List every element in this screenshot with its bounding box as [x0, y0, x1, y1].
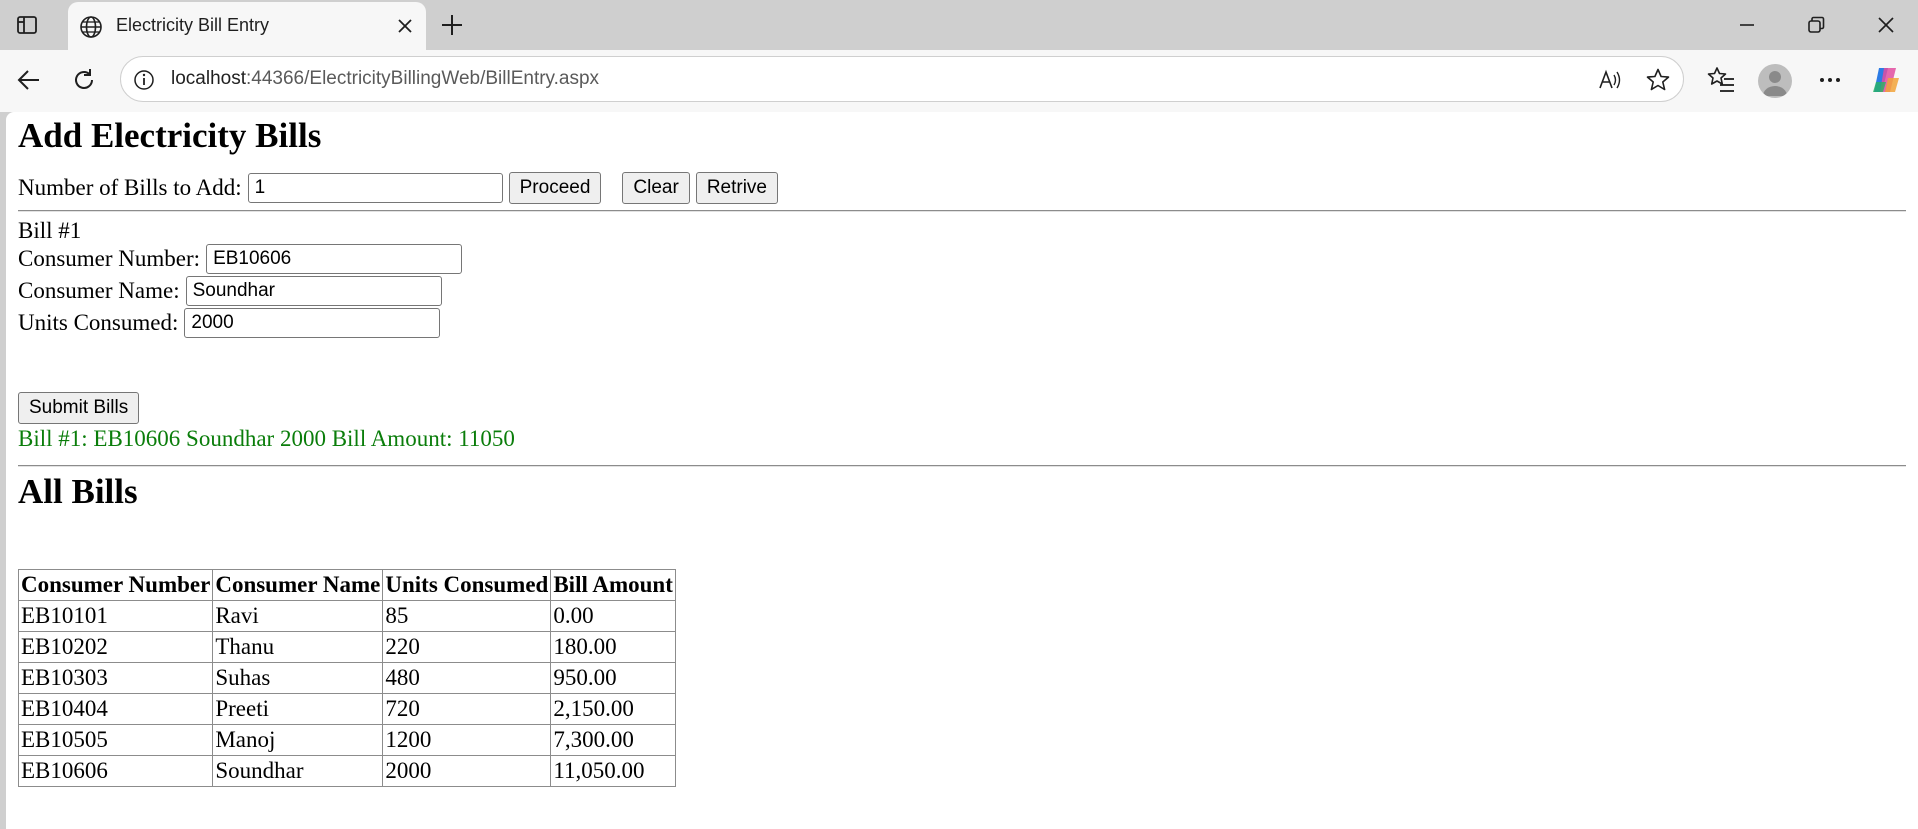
close-icon[interactable] [394, 15, 416, 37]
divider [18, 465, 1906, 467]
tab-actions-icon[interactable] [14, 12, 40, 38]
units-consumed-label: Units Consumed: [18, 310, 179, 335]
table-cell: EB10101 [17, 600, 214, 632]
submit-bills-button[interactable]: Submit Bills [18, 392, 140, 424]
consumer-number-label: Consumer Number: [18, 246, 201, 271]
table-cell: 2000 [382, 755, 552, 787]
table-cell: EB10202 [17, 631, 214, 663]
consumer-name-input[interactable] [185, 276, 442, 306]
table-cell: 0.00 [550, 600, 676, 632]
favorites-list-icon[interactable] [1706, 64, 1738, 96]
table-cell: Manoj [212, 724, 384, 756]
consumer-number-input[interactable] [206, 244, 463, 274]
page-title: Add Electricity Bills [18, 116, 322, 155]
num-bills-input[interactable] [247, 173, 503, 203]
table-cell: 85 [382, 600, 552, 632]
globe-icon [78, 14, 104, 40]
table-row: EB10404 Preeti 720 2,150.00 [17, 693, 676, 725]
table-cell: Suhas [212, 662, 384, 694]
column-header: Bill Amount [550, 569, 676, 601]
column-header: Units Consumed [382, 569, 552, 601]
table-row: EB10606 Soundhar 2000 11,050.00 [17, 755, 676, 787]
bill-count-row: Number of Bills to Add: Proceed Clear Re… [18, 172, 778, 204]
table-cell: 950.00 [550, 662, 676, 694]
browser-toolbar: localhost:44366/ElectricityBillingWeb/Bi… [0, 50, 1918, 112]
consumer-number-row: Consumer Number: [18, 244, 463, 274]
table-cell: Ravi [212, 600, 384, 632]
table-row: EB10101 Ravi 85 0.00 [17, 600, 676, 632]
table-cell: Preeti [212, 693, 384, 725]
units-consumed-input[interactable] [184, 308, 441, 338]
address-bar[interactable]: localhost:44366/ElectricityBillingWeb/Bi… [120, 56, 1684, 102]
table-cell: 7,300.00 [550, 724, 676, 756]
browser-tab[interactable]: Electricity Bill Entry [68, 2, 426, 52]
page-viewport: Add Electricity Bills Number of Bills to… [6, 112, 1918, 829]
table-cell: 1200 [382, 724, 552, 756]
url-path: :44366/ElectricityBillingWeb/BillEntry.a… [246, 68, 600, 89]
table-cell: EB10505 [17, 724, 214, 756]
num-bills-label: Number of Bills to Add: [18, 175, 242, 200]
copilot-icon[interactable] [1870, 64, 1902, 96]
more-icon[interactable] [1814, 64, 1846, 96]
consumer-name-row: Consumer Name: [18, 276, 442, 306]
table-cell: EB10606 [17, 755, 214, 787]
column-header: Consumer Name [212, 569, 384, 601]
close-window-icon[interactable] [1873, 12, 1899, 38]
tab-title: Electricity Bill Entry [116, 15, 270, 35]
table-cell: 480 [382, 662, 552, 694]
bills-table: Consumer Number Consumer Name Units Cons… [17, 569, 676, 787]
table-cell: EB10404 [17, 693, 214, 725]
column-header: Consumer Number [17, 569, 214, 601]
restore-icon[interactable] [1803, 12, 1829, 38]
all-bills-heading: All Bills [18, 472, 138, 511]
plus-icon[interactable] [438, 11, 466, 39]
divider [18, 210, 1906, 212]
read-aloud-icon[interactable] [1597, 67, 1623, 93]
table-cell: 180.00 [550, 631, 676, 663]
retrive-button[interactable]: Retrive [695, 172, 778, 204]
table-cell: Soundhar [212, 755, 384, 787]
url-text: localhost:44366/ElectricityBillingWeb/Bi… [171, 68, 599, 90]
table-row: EB10505 Manoj 1200 7,300.00 [17, 724, 676, 756]
table-cell: 11,050.00 [550, 755, 676, 787]
table-cell: 220 [382, 631, 552, 663]
profile-avatar[interactable] [1758, 64, 1792, 98]
table-cell: Thanu [212, 631, 384, 663]
result-message: Bill #1: EB10606 Soundhar 2000 Bill Amou… [18, 426, 515, 451]
browser-tab-bar: Electricity Bill Entry [0, 0, 1918, 52]
refresh-icon[interactable] [67, 63, 101, 97]
info-icon[interactable] [131, 67, 157, 93]
table-row: EB10202 Thanu 220 180.00 [17, 631, 676, 663]
units-consumed-row: Units Consumed: [18, 308, 441, 338]
table-cell: EB10303 [17, 662, 214, 694]
table-cell: 720 [382, 693, 552, 725]
clear-button[interactable]: Clear [622, 172, 690, 204]
back-arrow-icon[interactable] [12, 63, 46, 97]
proceed-button[interactable]: Proceed [508, 172, 602, 204]
table-header-row: Consumer Number Consumer Name Units Cons… [17, 569, 676, 601]
consumer-name-label: Consumer Name: [18, 278, 180, 303]
table-cell: 2,150.00 [550, 693, 676, 725]
bill-header: Bill #1 [18, 218, 82, 243]
table-row: EB10303 Suhas 480 950.00 [17, 662, 676, 694]
star-icon[interactable] [1645, 67, 1671, 93]
url-host: localhost [171, 68, 246, 89]
minimize-icon[interactable] [1734, 12, 1760, 38]
